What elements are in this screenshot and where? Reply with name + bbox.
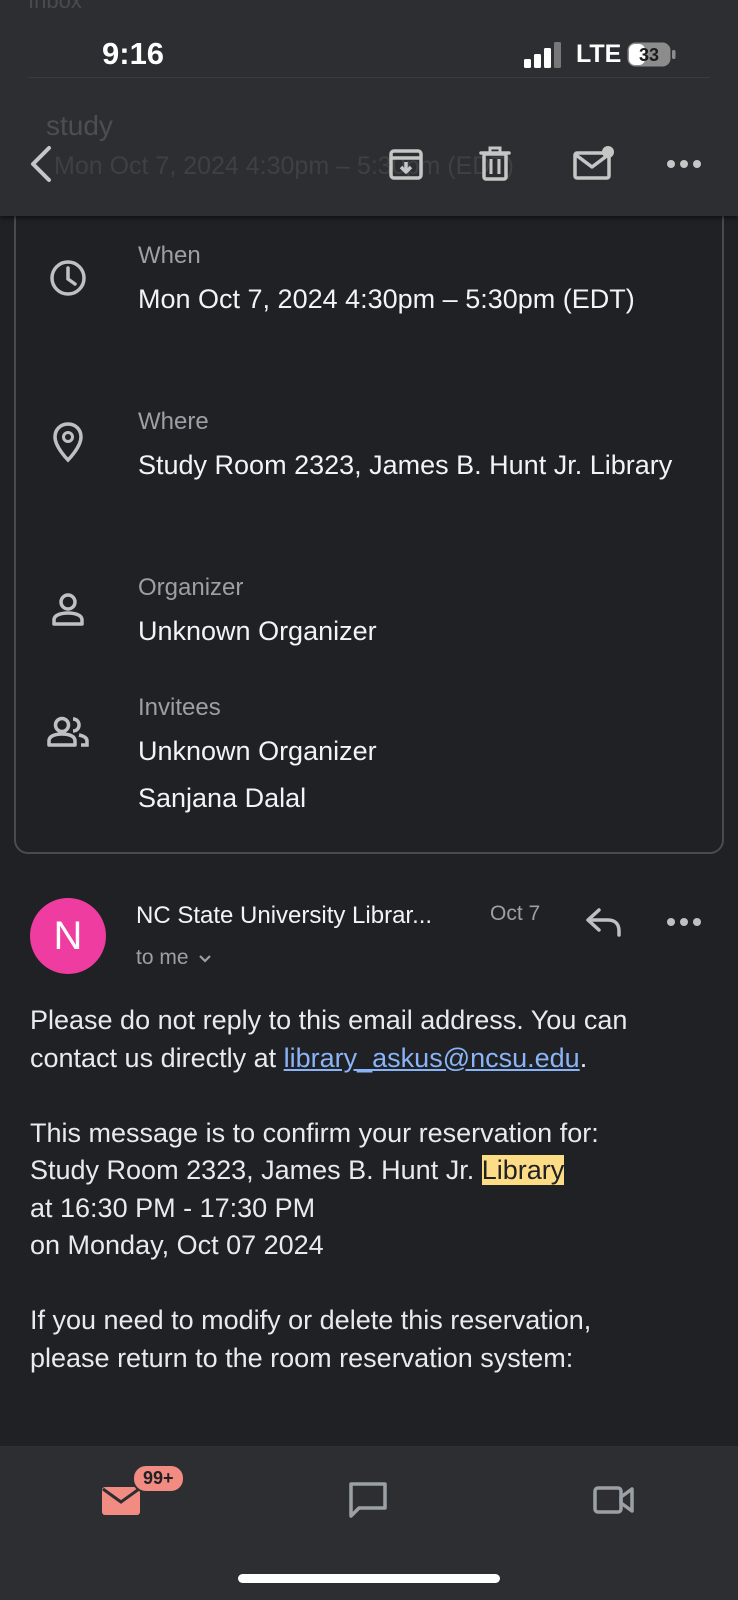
archive-button[interactable] xyxy=(382,140,430,188)
battery-icon: 33 xyxy=(627,42,676,67)
nav-meet[interactable] xyxy=(584,1474,644,1526)
chat-icon xyxy=(349,1482,387,1518)
delete-button[interactable] xyxy=(471,140,519,188)
home-indicator[interactable] xyxy=(238,1574,500,1583)
body-line: This message is to confirm your reservat… xyxy=(30,1117,599,1148)
bottom-navigation: 99+ xyxy=(0,1446,738,1600)
cellular-signal-icon xyxy=(524,42,561,68)
clock-icon xyxy=(46,256,90,300)
email-body: Please do not reply to this email addres… xyxy=(30,1002,710,1377)
reply-icon xyxy=(586,908,621,937)
background-inbox-label: Inbox xyxy=(28,0,82,13)
invitee-item: Unknown Organizer xyxy=(138,736,377,766)
body-paragraph-1: Please do not reply to this email addres… xyxy=(30,1002,710,1077)
message-more-button[interactable] xyxy=(660,900,708,944)
delete-icon xyxy=(479,146,511,181)
body-line: at 16:30 PM - 17:30 PM xyxy=(30,1192,316,1223)
more-icon xyxy=(667,160,701,168)
person-icon xyxy=(46,588,90,632)
chevron-down-icon xyxy=(199,955,212,963)
background-subject: study xyxy=(46,110,113,141)
when-value: Mon Oct 7, 2024 4:30pm – 5:30pm (EDT) xyxy=(138,284,635,314)
body-line: If you need to modify or delete this res… xyxy=(30,1305,592,1335)
where-value: Study Room 2323, James B. Hunt Jr. Libra… xyxy=(138,450,673,480)
background-divider xyxy=(28,77,710,78)
where-label: Where xyxy=(138,408,209,435)
invitee-item: Sanjana Dalal xyxy=(138,783,307,813)
recipient-label: to me xyxy=(136,946,189,969)
nav-chat[interactable] xyxy=(338,1474,398,1526)
organizer-value: Unknown Organizer xyxy=(138,616,377,646)
location-pin-icon xyxy=(46,420,90,464)
back-arrow-icon xyxy=(31,146,51,182)
recipient-details-toggle[interactable]: to me xyxy=(136,946,212,970)
body-text: . xyxy=(579,1042,588,1073)
sender-name[interactable]: NC State University Librar... xyxy=(136,902,432,930)
status-time: 9:16 xyxy=(102,36,165,71)
archive-icon xyxy=(389,149,423,180)
top-app-bar: Inbox study Mon Oct 7, 2024 4:30pm – 5:3… xyxy=(0,0,738,216)
sender-avatar[interactable]: N xyxy=(30,898,106,974)
message-date: Oct 7 xyxy=(490,902,541,925)
people-icon xyxy=(46,710,90,754)
mark-unread-icon xyxy=(573,146,614,180)
back-button[interactable] xyxy=(18,140,66,188)
battery-level: 33 xyxy=(639,45,659,65)
body-line: please return to the room reservation sy… xyxy=(30,1342,574,1373)
mark-unread-button[interactable] xyxy=(570,140,618,188)
when-label: When xyxy=(138,242,201,269)
meet-icon xyxy=(593,1486,634,1514)
body-line: Study Room 2323, James B. Hunt Jr. Libra… xyxy=(30,1152,710,1190)
unread-count-badge: 99+ xyxy=(132,1464,185,1493)
more-options-button[interactable] xyxy=(660,140,708,188)
event-details-card: When Mon Oct 7, 2024 4:30pm – 5:30pm (ED… xyxy=(14,200,724,854)
body-text: Study Room 2323, James B. Hunt Jr. xyxy=(30,1155,475,1185)
reply-button[interactable] xyxy=(580,900,628,944)
background-subtitle: Mon Oct 7, 2024 4:30pm – 5:30pm (EDT) xyxy=(54,152,514,180)
body-line: on Monday, Oct 07 2024 xyxy=(30,1230,324,1260)
invitees-label: Invitees xyxy=(138,694,221,721)
search-highlight: Library xyxy=(481,1155,565,1185)
organizer-label: Organizer xyxy=(138,574,244,601)
more-icon xyxy=(667,918,701,926)
email-link[interactable]: library_askus@ncsu.edu xyxy=(284,1043,580,1073)
network-type: LTE xyxy=(576,40,622,68)
